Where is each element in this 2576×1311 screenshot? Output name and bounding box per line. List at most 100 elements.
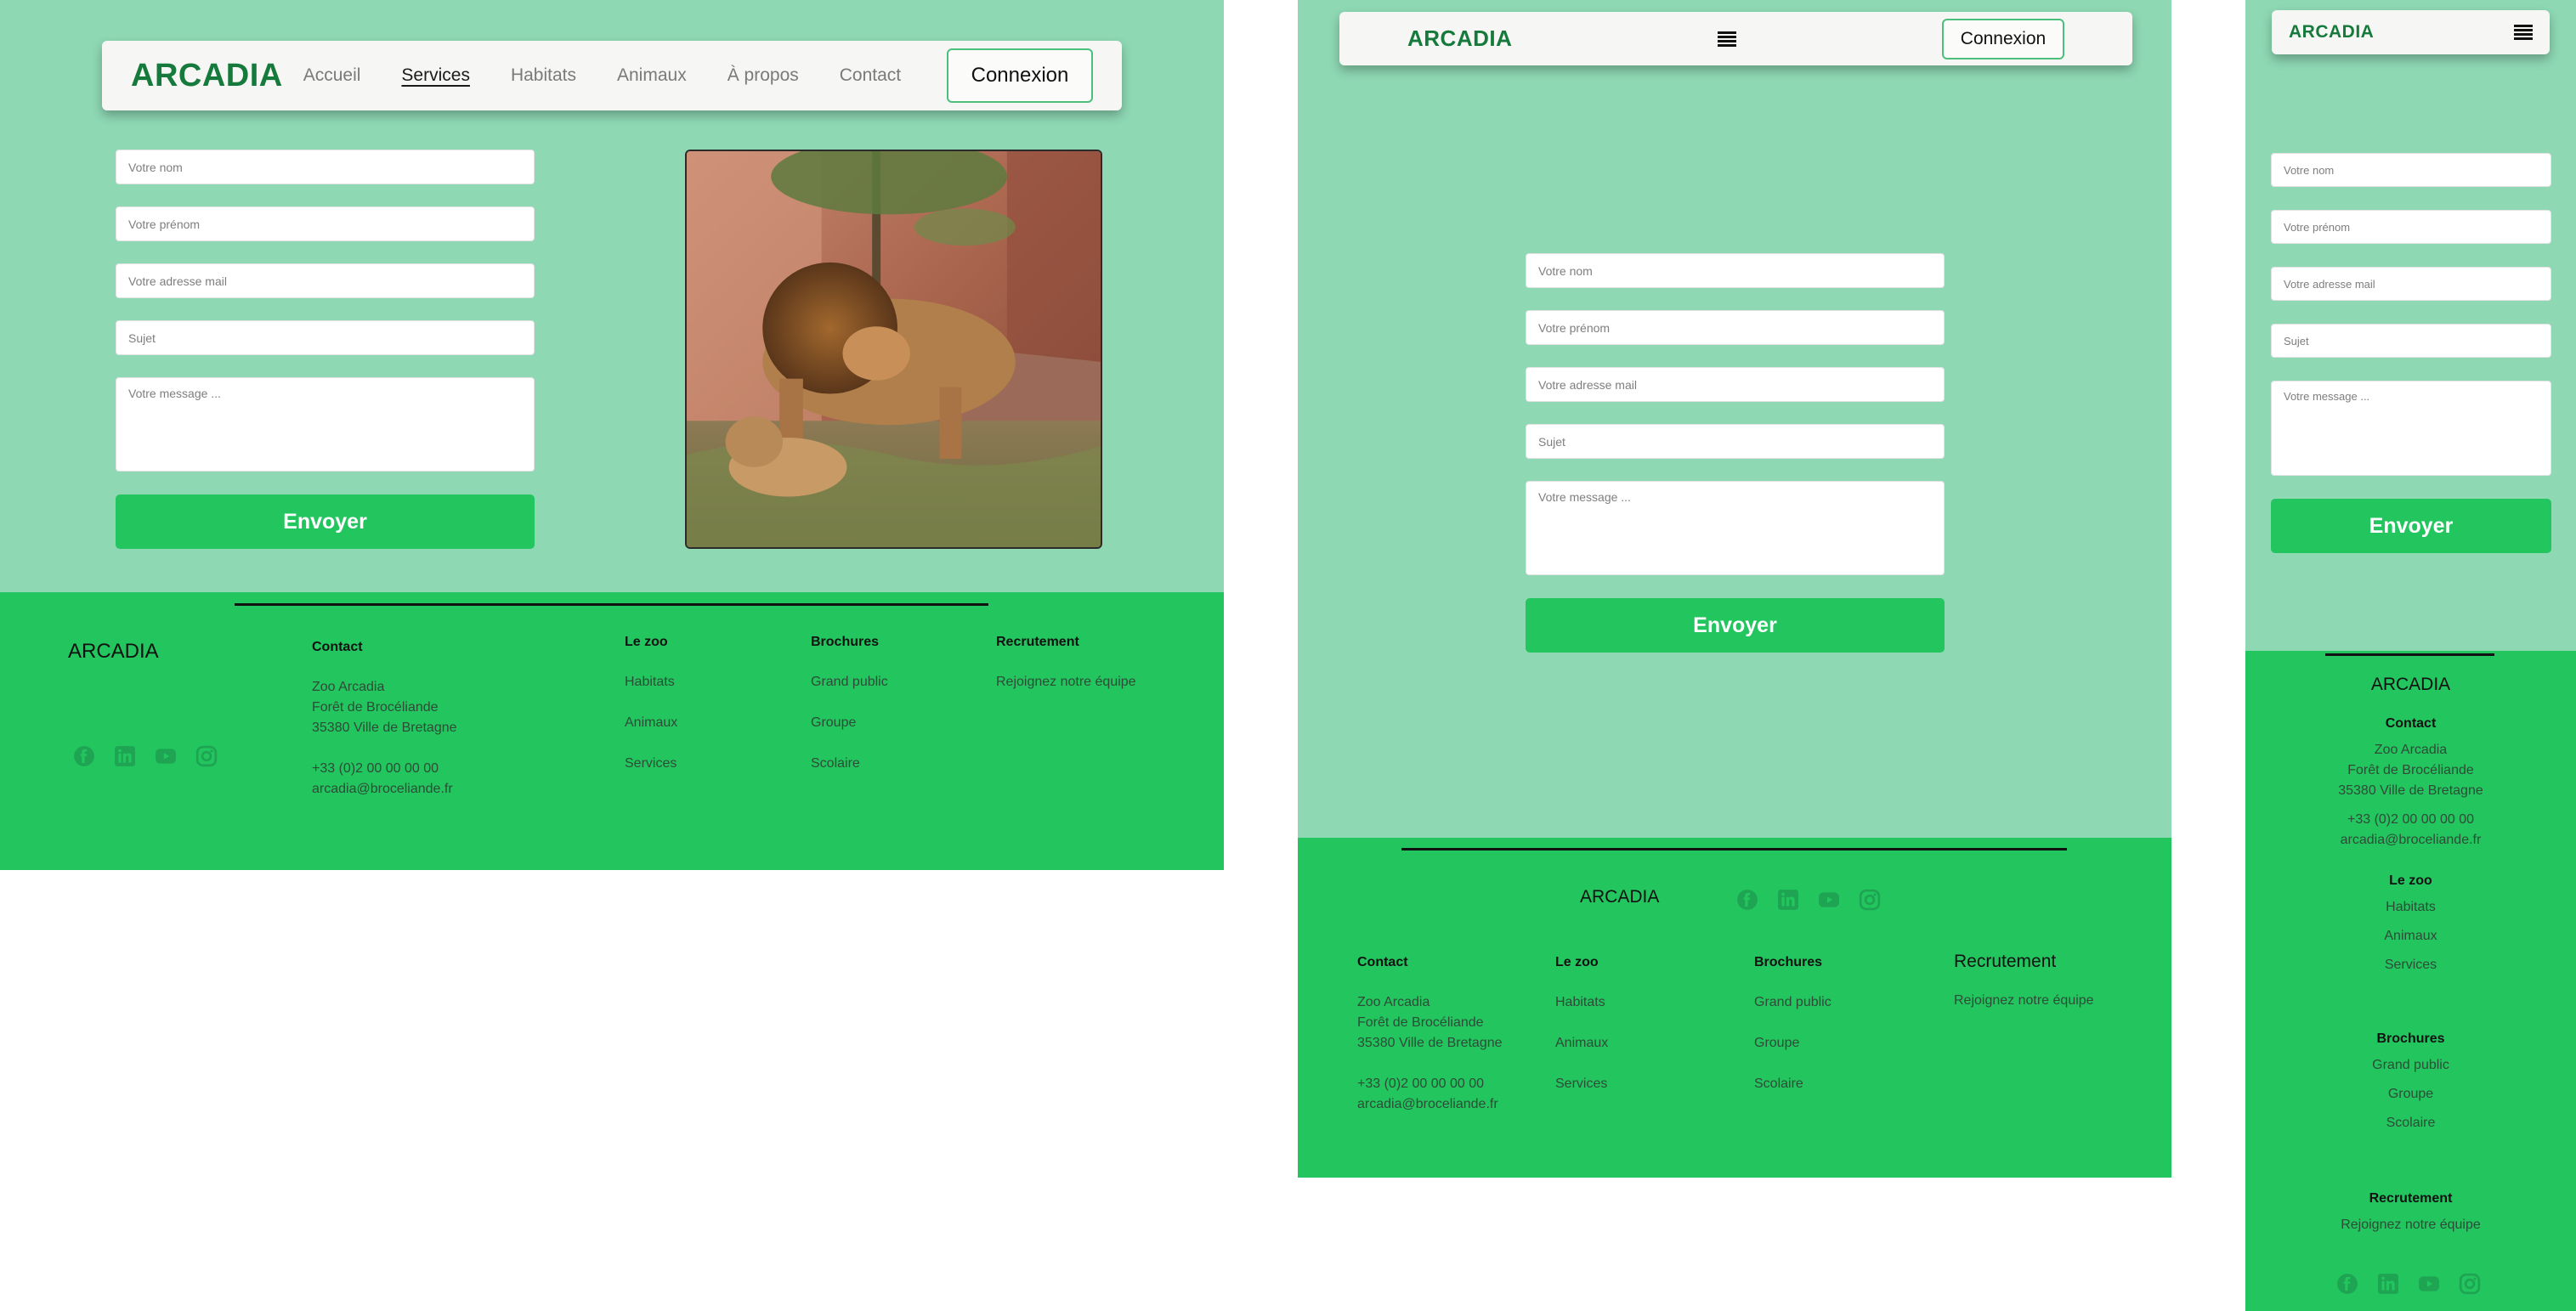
message-field[interactable] <box>1526 481 1945 575</box>
footer-email[interactable]: arcadia@broceliande.fr <box>1357 1094 1503 1115</box>
subject-field[interactable] <box>1526 424 1945 459</box>
footer-zoo-title: Le zoo <box>2389 873 2432 888</box>
instagram-icon[interactable] <box>195 745 218 767</box>
nav-link-services[interactable]: Services <box>401 65 470 86</box>
footer-link-services[interactable]: Services <box>625 754 677 774</box>
footer-zoo-title: Le zoo <box>1555 955 1599 969</box>
name-field[interactable] <box>1526 253 1945 288</box>
navbar: ARCADIA Connexion <box>1339 12 2132 65</box>
facebook-icon[interactable] <box>1736 889 1758 911</box>
footer-divider <box>2325 653 2494 656</box>
footer-link-join-team[interactable]: Rejoignez notre équipe <box>2245 1215 2576 1235</box>
footer-email[interactable]: arcadia@broceliande.fr <box>312 779 457 800</box>
footer-address-line: Zoo Arcadia <box>1357 995 1430 1009</box>
menu-icon[interactable] <box>1718 30 1737 48</box>
footer-link-services[interactable]: Services <box>2245 955 2576 975</box>
footer-link-animaux[interactable]: Animaux <box>625 713 677 733</box>
nav-link-habitats[interactable]: Habitats <box>511 65 576 86</box>
footer-link-groupe[interactable]: Groupe <box>811 713 888 733</box>
firstname-field[interactable] <box>1526 310 1945 345</box>
footer-zoo: Le zoo Habitats Animaux Services <box>2245 873 2576 984</box>
footer-link-services[interactable]: Services <box>1555 1074 1608 1094</box>
footer-brand: ARCADIA <box>1580 887 1660 907</box>
footer-brand: ARCADIA <box>68 640 159 663</box>
message-field[interactable] <box>2271 381 2551 476</box>
footer-address-line: Forêt de Brocéliande <box>1357 1015 1484 1030</box>
send-button[interactable]: Envoyer <box>116 494 535 549</box>
footer-recruitment: Recrutement Rejoignez notre équipe <box>1954 952 2094 1031</box>
footer-link-habitats[interactable]: Habitats <box>1555 992 1608 1013</box>
nav-link-accueil[interactable]: Accueil <box>303 65 361 86</box>
footer-contact-title: Contact <box>312 640 363 654</box>
linkedin-icon[interactable] <box>114 745 136 767</box>
footer-link-groupe[interactable]: Groupe <box>2245 1084 2576 1105</box>
footer-address-line: 35380 Ville de Bretagne <box>312 720 457 735</box>
instagram-icon[interactable] <box>1859 889 1881 911</box>
message-field[interactable] <box>116 377 535 472</box>
footer-link-grand-public[interactable]: Grand public <box>2245 1055 2576 1076</box>
youtube-icon[interactable] <box>2418 1273 2440 1295</box>
footer-link-grand-public[interactable]: Grand public <box>1754 992 1832 1013</box>
footer-zoo: Le zoo Habitats Animaux Services <box>1555 955 1608 1115</box>
social-links <box>1736 889 1899 911</box>
footer-link-grand-public[interactable]: Grand public <box>811 672 888 692</box>
footer-link-animaux[interactable]: Animaux <box>2245 926 2576 947</box>
subject-field[interactable] <box>2271 324 2551 358</box>
instagram-icon[interactable] <box>2459 1273 2481 1295</box>
footer-zoo-title: Le zoo <box>625 635 668 649</box>
footer-phone: +33 (0)2 00 00 00 00 <box>2347 812 2474 827</box>
facebook-icon[interactable] <box>73 745 95 767</box>
footer-brand: ARCADIA <box>2370 675 2451 694</box>
footer-link-habitats[interactable]: Habitats <box>2245 897 2576 918</box>
firstname-field[interactable] <box>116 206 535 241</box>
desktop-frame: ARCADIA Accueil Services Habitats Animau… <box>0 0 1224 870</box>
youtube-icon[interactable] <box>155 745 177 767</box>
footer-link-scolaire[interactable]: Scolaire <box>811 754 888 774</box>
youtube-icon[interactable] <box>1818 889 1840 911</box>
footer-email[interactable]: arcadia@broceliande.fr <box>2245 830 2576 850</box>
footer-link-habitats[interactable]: Habitats <box>625 672 677 692</box>
footer-link-scolaire[interactable]: Scolaire <box>2245 1113 2576 1133</box>
footer-contact-title: Contact <box>2385 716 2437 731</box>
footer-contact: Contact Zoo Arcadia Forêt de Brocéliande… <box>312 640 457 800</box>
login-button[interactable]: Connexion <box>947 48 1093 103</box>
logo[interactable]: ARCADIA <box>1407 25 1512 52</box>
footer-recruitment: Recrutement Rejoignez notre équipe <box>2245 1191 2576 1244</box>
footer-divider <box>1401 848 2067 850</box>
mobile-frame: ARCADIA Envoyer ARCADIA Contact Zoo Arca… <box>2245 0 2576 1311</box>
footer-recruitment-title: Recrutement <box>2369 1191 2453 1206</box>
footer-link-groupe[interactable]: Groupe <box>1754 1033 1832 1054</box>
navbar: ARCADIA Accueil Services Habitats Animau… <box>102 41 1122 110</box>
footer-link-join-team[interactable]: Rejoignez notre équipe <box>996 672 1136 692</box>
menu-icon[interactable] <box>2514 23 2533 42</box>
contact-form: Envoyer <box>1526 253 1945 653</box>
email-field[interactable] <box>1526 367 1945 402</box>
linkedin-icon[interactable] <box>2377 1273 2399 1295</box>
linkedin-icon[interactable] <box>1777 889 1799 911</box>
footer-contact: Contact Zoo Arcadia Forêt de Brocéliande… <box>1357 955 1503 1115</box>
footer-address-line: 35380 Ville de Bretagne <box>1357 1036 1503 1050</box>
name-field[interactable] <box>2271 153 2551 187</box>
footer-brochures-title: Brochures <box>1754 955 1823 969</box>
firstname-field[interactable] <box>2271 210 2551 244</box>
facebook-icon[interactable] <box>2336 1273 2358 1295</box>
footer-link-join-team[interactable]: Rejoignez notre équipe <box>1954 991 2094 1011</box>
footer-address-line: 35380 Ville de Bretagne <box>2338 783 2483 798</box>
logo[interactable]: ARCADIA <box>131 58 283 94</box>
footer-address-line: Forêt de Brocéliande <box>312 700 439 715</box>
nav-link-animaux[interactable]: Animaux <box>617 65 687 86</box>
footer-link-animaux[interactable]: Animaux <box>1555 1033 1608 1054</box>
send-button[interactable]: Envoyer <box>1526 598 1945 653</box>
send-button[interactable]: Envoyer <box>2271 499 2551 553</box>
email-field[interactable] <box>2271 267 2551 301</box>
footer-brochures: Brochures Grand public Groupe Scolaire <box>1754 955 1832 1115</box>
footer: ARCADIA Contact Zoo Arcadia Forêt de Bro… <box>0 592 1224 870</box>
footer-link-scolaire[interactable]: Scolaire <box>1754 1074 1832 1094</box>
login-button[interactable]: Connexion <box>1941 18 2064 59</box>
email-field[interactable] <box>116 263 535 298</box>
subject-field[interactable] <box>116 320 535 355</box>
logo[interactable]: ARCADIA <box>2289 22 2374 42</box>
nav-link-contact[interactable]: Contact <box>840 65 901 86</box>
name-field[interactable] <box>116 150 535 184</box>
nav-link-a-propos[interactable]: À propos <box>728 65 799 86</box>
